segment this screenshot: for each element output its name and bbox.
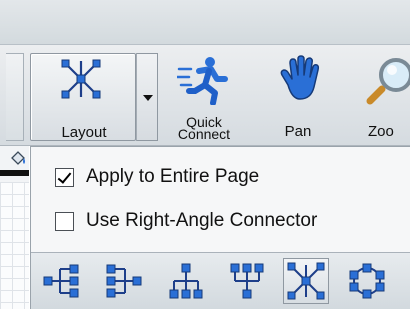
toolbar-previous-button-edge[interactable] xyxy=(6,53,24,141)
page-canvas-edge xyxy=(0,146,30,309)
window-top-strip xyxy=(0,0,410,45)
quick-connect-label-line2: Connect xyxy=(177,126,231,142)
tree-down-icon xyxy=(169,263,203,299)
zoom-button[interactable]: Zoo xyxy=(360,53,410,141)
magnifier-icon xyxy=(366,58,410,105)
chevron-down-icon xyxy=(143,95,153,101)
quick-connect-button[interactable]: Quick Connect xyxy=(165,53,243,141)
pan-button[interactable]: Pan xyxy=(268,53,328,141)
paint-bucket-icon[interactable] xyxy=(9,150,27,168)
circle-layout-button[interactable] xyxy=(344,258,390,304)
layout-style-gallery xyxy=(31,253,410,309)
canvas-grid[interactable] xyxy=(0,182,30,309)
running-figure-icon xyxy=(177,57,228,105)
tree-up-icon xyxy=(230,263,264,299)
tree-right-icon xyxy=(106,264,142,298)
star-layout-icon xyxy=(61,59,101,99)
tree-right-layout-button[interactable] xyxy=(100,258,146,304)
star-layout-icon xyxy=(287,262,325,300)
apply-entire-page-checkbox[interactable] xyxy=(55,167,74,187)
tree-up-layout-button[interactable] xyxy=(224,258,270,304)
tree-down-layout-button[interactable] xyxy=(163,258,209,304)
layout-dropdown-panel: Apply to Entire Page Use Right-Angle Con… xyxy=(30,146,410,309)
right-angle-connector-option[interactable]: Use Right-Angle Connector xyxy=(55,209,317,233)
apply-entire-page-label: Apply to Entire Page xyxy=(86,166,260,187)
star-layout-button[interactable] xyxy=(283,258,329,304)
line-color-swatch[interactable] xyxy=(0,170,30,176)
layout-dropdown-button[interactable] xyxy=(136,53,158,141)
pan-button-label: Pan xyxy=(284,123,312,140)
layout-button-label: Layout xyxy=(61,124,107,141)
layout-button[interactable]: Layout xyxy=(30,53,136,141)
circle-layout-icon xyxy=(349,263,385,299)
layout-options-list: Apply to Entire Page Use Right-Angle Con… xyxy=(31,147,410,253)
toolbar: Layout Quick Connect Pan Zoo xyxy=(0,45,410,146)
apply-entire-page-option[interactable]: Apply to Entire Page xyxy=(55,165,259,189)
right-angle-connector-checkbox[interactable] xyxy=(55,211,74,231)
tree-left-icon xyxy=(43,264,79,298)
zoom-button-label: Zoo xyxy=(368,123,394,140)
hand-icon xyxy=(280,55,320,100)
right-angle-connector-label: Use Right-Angle Connector xyxy=(86,210,318,231)
tree-left-layout-button[interactable] xyxy=(39,258,85,304)
